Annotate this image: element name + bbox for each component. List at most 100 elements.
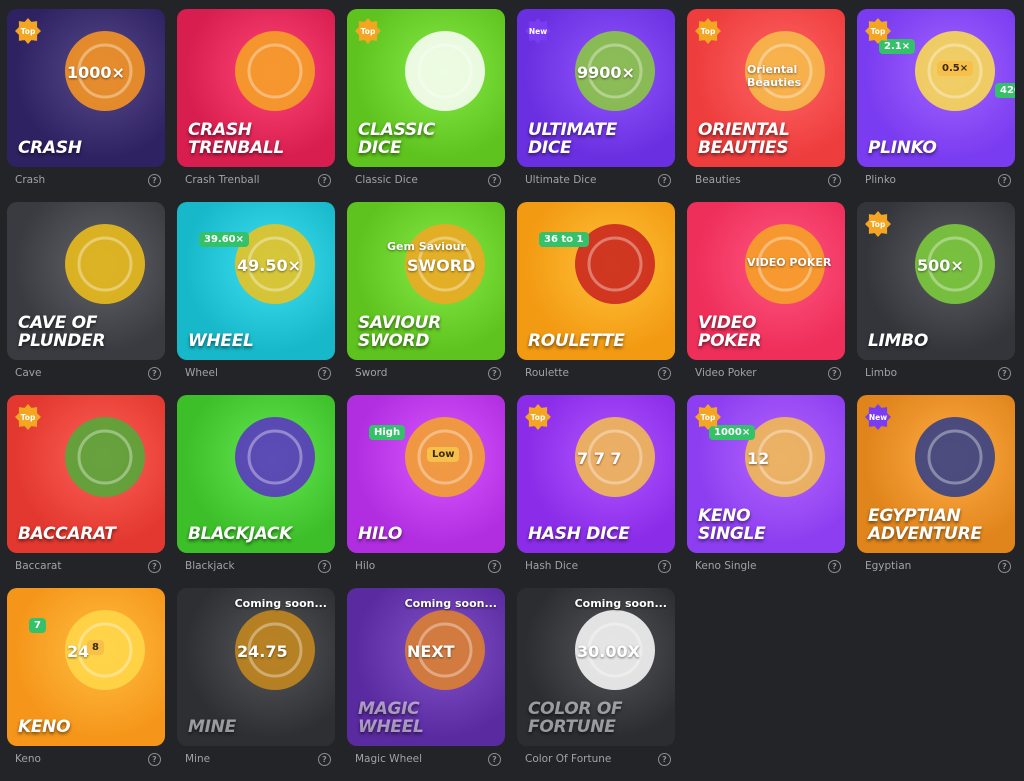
- help-icon[interactable]: ?: [148, 173, 161, 187]
- game-caption-row: Hash Dice?: [517, 553, 675, 579]
- help-icon[interactable]: ?: [998, 366, 1011, 380]
- help-icon[interactable]: ?: [488, 752, 501, 766]
- game-card-mine[interactable]: 24.75 Coming soon... Mine Mine?: [177, 588, 335, 781]
- top-badge: Top: [695, 18, 721, 44]
- game-caption: Sword: [355, 367, 388, 379]
- game-card-egyptian[interactable]: New Egyptian Adventure Egyptian?: [857, 395, 1015, 588]
- game-thumbnail[interactable]: Crash Trenball: [177, 9, 335, 167]
- help-icon[interactable]: ?: [828, 366, 841, 380]
- game-title: Hilo: [358, 524, 403, 544]
- game-thumbnail[interactable]: 36 to 1 Roulette: [517, 202, 675, 360]
- help-icon[interactable]: ?: [148, 366, 161, 380]
- help-icon[interactable]: ?: [318, 559, 331, 573]
- game-thumbnail[interactable]: 7 7 7 Top Hash Dice: [517, 395, 675, 553]
- game-card-wheel[interactable]: 49.50× 39.60× Wheel Wheel?: [177, 202, 335, 395]
- help-icon[interactable]: ?: [998, 173, 1011, 187]
- help-icon[interactable]: ?: [488, 559, 501, 573]
- game-art-text: SWORD: [407, 256, 476, 275]
- game-card-plinko[interactable]: 2.1×0.5×420×TopPlinkoPlinko?: [857, 9, 1015, 202]
- game-card-limbo[interactable]: 500× Top Limbo Limbo?: [857, 202, 1015, 395]
- help-icon[interactable]: ?: [658, 752, 671, 766]
- game-title: Blackjack: [188, 524, 292, 544]
- game-thumbnail[interactable]: 12 1000× Top Keno Single: [687, 395, 845, 553]
- game-thumbnail[interactable]: NEXT Coming soon... Magic Wheel: [347, 588, 505, 746]
- game-card-magic-wheel[interactable]: NEXT Coming soon... Magic Wheel Magic Wheel…: [347, 588, 505, 781]
- help-icon[interactable]: ?: [658, 559, 671, 573]
- game-caption-row: Video Poker?: [687, 360, 845, 386]
- help-icon[interactable]: ?: [658, 366, 671, 380]
- game-caption: Crash Trenball: [185, 174, 260, 186]
- game-caption-row: Classic Dice?: [347, 167, 505, 193]
- game-thumbnail[interactable]: 24 7 8 Keno: [7, 588, 165, 746]
- game-card-beauties[interactable]: Oriental Beauties Top Oriental Beauties Bea…: [687, 9, 845, 202]
- game-card-sword[interactable]: SWORD Gem Saviour Saviour Sword Sword?: [347, 202, 505, 395]
- game-caption-row: Mine?: [177, 746, 335, 772]
- game-caption-row: Roulette?: [517, 360, 675, 386]
- game-card-hilo[interactable]: High Low Hilo Hilo?: [347, 395, 505, 588]
- game-card-color-of-fortune[interactable]: 30.00X Coming soon... Color of Fortune Colo…: [517, 588, 675, 781]
- game-title: Saviour Sword: [358, 313, 441, 351]
- game-thumbnail[interactable]: 500× Top Limbo: [857, 202, 1015, 360]
- game-card-roulette[interactable]: 36 to 1 Roulette Roulette?: [517, 202, 675, 395]
- game-thumbnail[interactable]: Top Classic Dice: [347, 9, 505, 167]
- game-thumbnail[interactable]: Blackjack: [177, 395, 335, 553]
- game-caption: Baccarat: [15, 560, 62, 572]
- game-card-baccarat[interactable]: Top Baccarat Baccarat?: [7, 395, 165, 588]
- game-card-crash[interactable]: 1000× Top Crash Crash?: [7, 9, 165, 202]
- help-icon[interactable]: ?: [148, 559, 161, 573]
- multiplier-chip: 7: [29, 618, 46, 633]
- help-icon[interactable]: ?: [998, 559, 1011, 573]
- top-badge: Top: [865, 211, 891, 237]
- multiplier-chip: 0.5×: [937, 61, 974, 76]
- game-thumbnail[interactable]: Oriental Beauties Top Oriental Beauties: [687, 9, 845, 167]
- game-caption-row: Hilo?: [347, 553, 505, 579]
- game-card-crash-trenball[interactable]: Crash Trenball Crash Trenball?: [177, 9, 335, 202]
- game-caption: Beauties: [695, 174, 741, 186]
- game-caption-row: Cave?: [7, 360, 165, 386]
- game-art-text: 24.75: [237, 642, 288, 661]
- game-card-video-poker[interactable]: VIDEO POKER Video Poker Video Poker?: [687, 202, 845, 395]
- help-icon[interactable]: ?: [828, 173, 841, 187]
- game-thumbnail[interactable]: 1000× Top Crash: [7, 9, 165, 167]
- game-thumbnail[interactable]: 24.75 Coming soon... Mine: [177, 588, 335, 746]
- game-thumbnail[interactable]: Cave of Plunder: [7, 202, 165, 360]
- game-thumbnail[interactable]: SWORD Gem Saviour Saviour Sword: [347, 202, 505, 360]
- help-icon[interactable]: ?: [318, 173, 331, 187]
- help-icon[interactable]: ?: [488, 366, 501, 380]
- game-card-blackjack[interactable]: Blackjack Blackjack?: [177, 395, 335, 588]
- help-icon[interactable]: ?: [318, 752, 331, 766]
- game-title: Oriental Beauties: [698, 120, 790, 158]
- game-card-cave[interactable]: Cave of Plunder Cave?: [7, 202, 165, 395]
- game-title: Egyptian Adventure: [868, 506, 982, 544]
- game-thumbnail[interactable]: VIDEO POKER Video Poker: [687, 202, 845, 360]
- game-card-classic-dice[interactable]: Top Classic Dice Classic Dice?: [347, 9, 505, 202]
- multiplier-chip: 36 to 1: [539, 232, 589, 247]
- top-badge: Top: [865, 18, 891, 44]
- game-thumbnail[interactable]: 49.50× 39.60× Wheel: [177, 202, 335, 360]
- new-badge: New: [865, 404, 891, 430]
- game-caption: Mine: [185, 753, 211, 765]
- game-thumbnail[interactable]: 9900× New Ultimate Dice: [517, 9, 675, 167]
- game-thumbnail[interactable]: 30.00X Coming soon... Color of Fortune: [517, 588, 675, 746]
- multiplier-chip: 2.1×: [879, 39, 916, 54]
- game-thumbnail[interactable]: Top Baccarat: [7, 395, 165, 553]
- game-thumbnail[interactable]: High Low Hilo: [347, 395, 505, 553]
- game-art-text: 24: [67, 642, 90, 661]
- game-thumbnail[interactable]: 2.1× 0.5× 420× Top Plinko: [857, 9, 1015, 167]
- game-caption: Ultimate Dice: [525, 174, 597, 186]
- game-card-keno[interactable]: 24 7 8 Keno Keno?: [7, 588, 165, 781]
- game-caption: Plinko: [865, 174, 896, 186]
- game-card-hash-dice[interactable]: 7 7 7 Top Hash Dice Hash Dice?: [517, 395, 675, 588]
- game-card-ultimate-dice[interactable]: 9900× New Ultimate Dice Ultimate Dice?: [517, 9, 675, 202]
- coming-soon-label: Coming soon...: [574, 597, 667, 610]
- help-icon[interactable]: ?: [318, 366, 331, 380]
- help-icon[interactable]: ?: [488, 173, 501, 187]
- help-icon[interactable]: ?: [828, 559, 841, 573]
- game-title: Baccarat: [18, 524, 116, 544]
- help-icon[interactable]: ?: [658, 173, 671, 187]
- game-card-keno-single[interactable]: 12 1000× Top Keno Single Keno Single?: [687, 395, 845, 588]
- game-caption: Hash Dice: [525, 560, 579, 572]
- game-caption: Wheel: [185, 367, 218, 379]
- help-icon[interactable]: ?: [148, 752, 161, 766]
- game-thumbnail[interactable]: New Egyptian Adventure: [857, 395, 1015, 553]
